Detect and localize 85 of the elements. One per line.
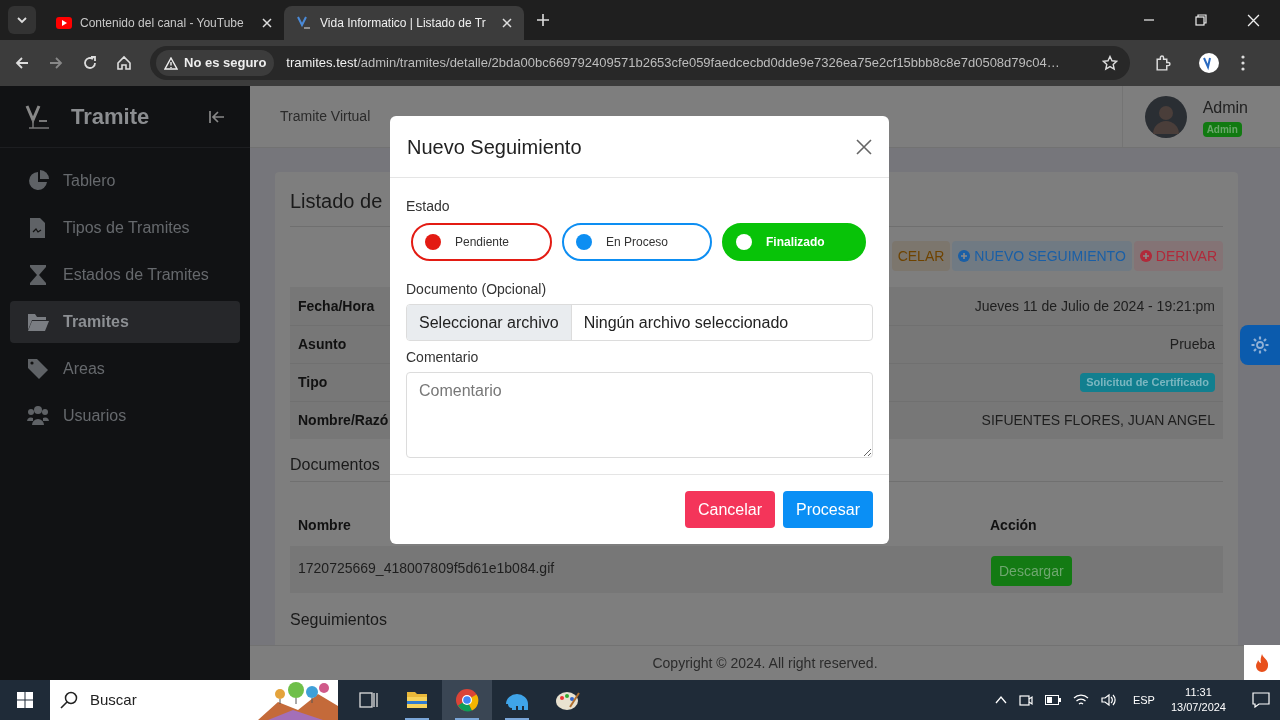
meet-now-icon[interactable] [1018, 693, 1033, 707]
tab-title: Contenido del canal - YouTube [80, 15, 244, 32]
chevron-down-icon [16, 14, 28, 26]
chrome-app-icon[interactable] [442, 680, 492, 720]
detail-label: Tipo [298, 373, 328, 392]
star-icon[interactable] [1102, 55, 1118, 71]
collapse-icon[interactable] [209, 109, 225, 124]
search-field[interactable]: Buscar [50, 680, 338, 720]
browser-tab[interactable]: Vida Informatico | Listado de Tr [284, 6, 524, 40]
status-option[interactable]: Finalizado [722, 223, 866, 261]
status-option[interactable]: En Proceso [562, 223, 712, 261]
restore-icon[interactable] [1195, 14, 1207, 26]
windows-start-icon[interactable] [17, 692, 33, 708]
tab-title: Vida Informatico | Listado de Tr [320, 15, 486, 32]
site-logo-icon [296, 15, 312, 31]
play-logo-icon [56, 17, 72, 29]
dialog-button[interactable]: Cancelar [684, 491, 775, 528]
user-name: Admin [1202, 98, 1248, 118]
section-title: Documentos [290, 455, 381, 475]
user-avatar[interactable] [1144, 95, 1187, 138]
puzzle-icon[interactable] [1154, 54, 1171, 72]
modal-title: Nuevo Seguimiento [407, 134, 582, 160]
comment-field[interactable]: Comentario [406, 372, 873, 458]
folder-icon [25, 311, 51, 333]
wifi-icon[interactable] [1072, 693, 1089, 707]
detail-label: Fecha/Hora [298, 296, 375, 316]
browser-tab[interactable]: Contenido del canal - YouTube [44, 6, 284, 40]
chevron-up-icon[interactable] [994, 695, 1007, 705]
radio-dot-icon [736, 234, 752, 250]
warning-icon [164, 56, 178, 70]
battery-icon[interactable] [1044, 695, 1061, 705]
file-input[interactable]: Seleccionar archivo Ningún archivo seleccionado [406, 304, 873, 341]
table-cell-text: 1720725669_418007809f5d61e1b084.gif [298, 559, 556, 578]
language-indicator[interactable]: ESP [1132, 691, 1155, 709]
settings-button[interactable] [1240, 325, 1280, 365]
plus-circle-icon [958, 250, 971, 262]
field-label: Estado [406, 197, 451, 216]
detail-value: SIFUENTES FLORES, JUAN ANGEL [981, 411, 1215, 430]
speaker-icon[interactable] [1100, 693, 1117, 707]
status-option[interactable]: Pendiente [411, 223, 552, 261]
profile-avatar-icon[interactable] [1199, 53, 1219, 73]
sidebar-item[interactable]: Areas [10, 348, 240, 390]
detail-label: Asunto [298, 335, 347, 354]
sidebar-item[interactable]: Usuarios [10, 395, 240, 437]
sidebar-item[interactable]: Tramites [10, 301, 240, 343]
notification-icon[interactable] [1252, 692, 1270, 708]
tag-icon [25, 358, 51, 380]
settings-icon [1250, 335, 1270, 355]
footer-text: Copyright © 2024. All right reserved. [652, 653, 878, 673]
brand-logo-icon [25, 103, 51, 130]
card-title: Listado de [290, 190, 383, 212]
column-header: Nombre [298, 516, 352, 535]
url-text: tramites.test/admin/tramites/detalle/2bda00bc669792409571b2653cfe059faedcecbd0dde9e7326ea75e2cf15bbb8c8e7d0508d79c04… [286, 54, 1061, 73]
type-badge: Solicitud de Certificado [1080, 373, 1215, 392]
download-button[interactable]: Descargar [991, 556, 1072, 586]
page-title: Tramite Virtual [280, 107, 372, 126]
back-icon[interactable] [14, 55, 30, 71]
detail-value: Prueba [1169, 335, 1215, 354]
clock[interactable]: 11:31 13/07/2024 [1170, 685, 1226, 715]
more-menu-icon[interactable] [1241, 55, 1245, 71]
sidebar-item[interactable]: Tablero [10, 160, 240, 202]
flame-icon[interactable] [1254, 652, 1270, 673]
field-label: Documento (Opcional) [406, 280, 548, 299]
home-icon[interactable] [116, 55, 132, 71]
dialog-button[interactable]: Procesar [782, 491, 873, 528]
sidebar-item[interactable]: Estados de Tramites [10, 254, 240, 296]
plus-circle-icon [1139, 250, 1152, 262]
role-badge: Admin [1202, 122, 1242, 137]
field-label: Comentario [406, 348, 480, 367]
security-label: No es seguro [184, 54, 267, 73]
section-title: Seguimientos [290, 610, 388, 630]
forward-icon[interactable] [48, 55, 64, 71]
address-bar[interactable]: No es seguro tramites.test/admin/tramites/detalle/2bda00bc669792409571b2653cfe059faedcecbd0dde9e7326ea75e2cf15bbb8c8e7d0508d79c04… [150, 46, 1130, 80]
search-icon [60, 691, 78, 709]
new-tab-icon[interactable] [536, 13, 550, 27]
detail-value: Jueves 11 de Julio de 2024 - 19:21:pm [974, 296, 1215, 316]
radio-dot-icon [576, 234, 592, 250]
sidebar-item[interactable]: Tipos de Tramites [10, 207, 240, 249]
tab-search-button[interactable] [8, 6, 36, 34]
brand-title: Tramite [71, 103, 151, 131]
reload-icon[interactable] [82, 55, 98, 71]
column-header: Acción [990, 516, 1037, 535]
users-icon [25, 405, 51, 427]
detail-label: Nombre/Razó [298, 411, 389, 430]
radio-dot-icon [425, 234, 441, 250]
